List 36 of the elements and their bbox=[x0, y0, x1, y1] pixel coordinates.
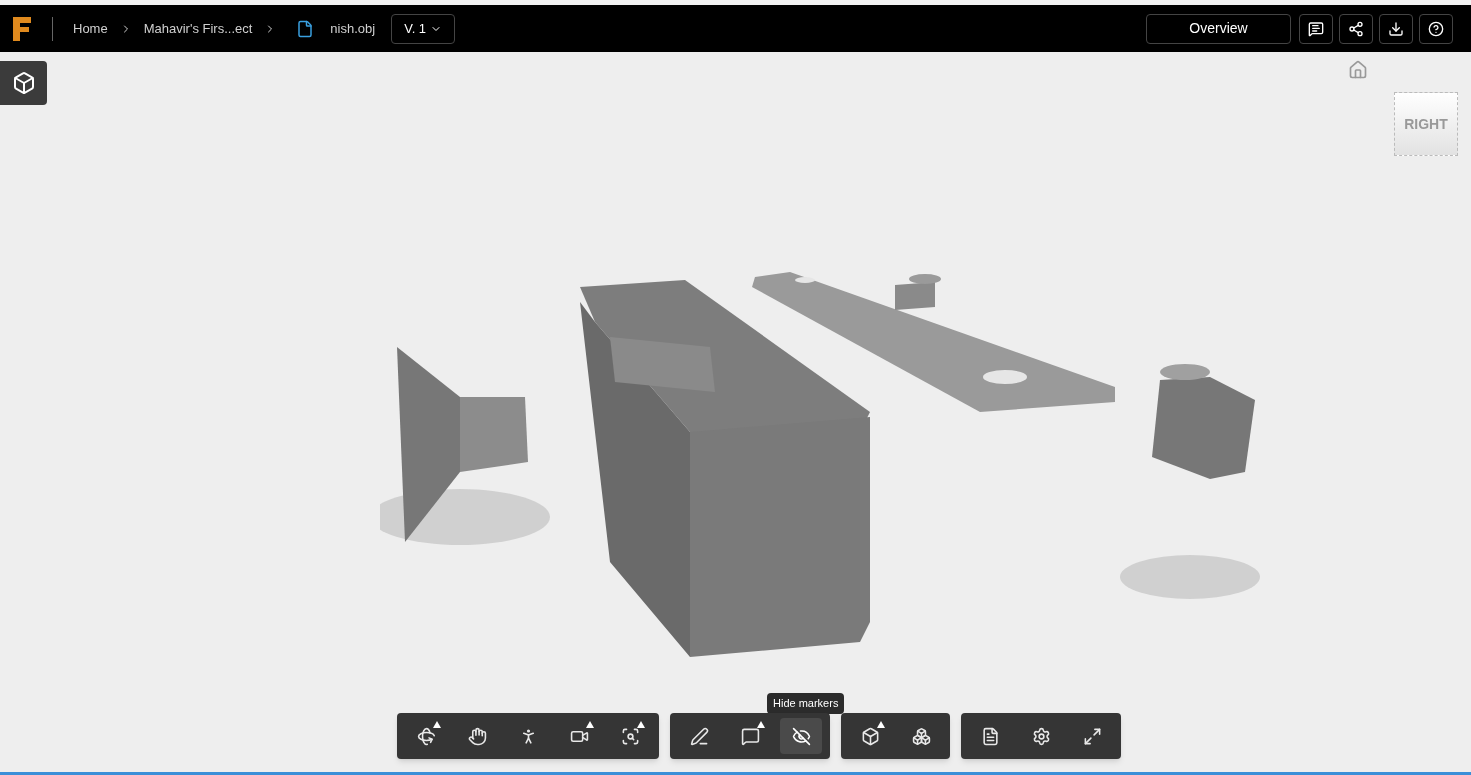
model-browser-button[interactable] bbox=[0, 61, 47, 105]
orbit-icon bbox=[416, 726, 436, 746]
boxes-icon bbox=[911, 726, 931, 746]
cube-icon bbox=[860, 726, 880, 746]
breadcrumb-link[interactable]: Home bbox=[73, 18, 108, 39]
overview-button[interactable]: Overview bbox=[1146, 13, 1291, 44]
pencil-icon bbox=[689, 726, 709, 746]
cube-icon bbox=[11, 71, 36, 95]
submenu-triangle-icon bbox=[757, 721, 765, 728]
version-dropdown[interactable]: V. 1 bbox=[391, 13, 456, 44]
comments-button[interactable] bbox=[1299, 13, 1333, 44]
expand-icon bbox=[1082, 726, 1102, 746]
hide-markers-tool-button[interactable] bbox=[780, 718, 822, 754]
settings-icon bbox=[1031, 726, 1051, 746]
document-icon bbox=[980, 726, 1000, 746]
file-icon bbox=[296, 19, 315, 38]
help-button[interactable] bbox=[1419, 13, 1453, 44]
download-icon bbox=[1388, 20, 1404, 37]
view-cube-face-label: RIGHT bbox=[1404, 114, 1448, 134]
eye-off-icon bbox=[791, 726, 811, 746]
tooltip: Hide markers bbox=[767, 693, 845, 714]
breadcrumb-link[interactable]: Mahavir's Firs...ect bbox=[143, 18, 253, 39]
submenu-triangle-icon bbox=[877, 721, 885, 728]
submenu-triangle-icon bbox=[433, 721, 441, 728]
comment-icon bbox=[1308, 20, 1324, 37]
hand-icon bbox=[467, 726, 487, 746]
submenu-triangle-icon bbox=[586, 721, 594, 728]
app-logo-icon[interactable] bbox=[12, 14, 32, 43]
download-button[interactable] bbox=[1379, 13, 1413, 44]
zoom-window-icon bbox=[620, 726, 640, 746]
comment-icon bbox=[740, 726, 760, 746]
file-name: nish.obj bbox=[330, 19, 376, 38]
submenu-triangle-icon bbox=[637, 721, 645, 728]
help-icon bbox=[1428, 20, 1444, 37]
share-icon bbox=[1348, 20, 1364, 37]
share-button[interactable] bbox=[1339, 13, 1373, 44]
